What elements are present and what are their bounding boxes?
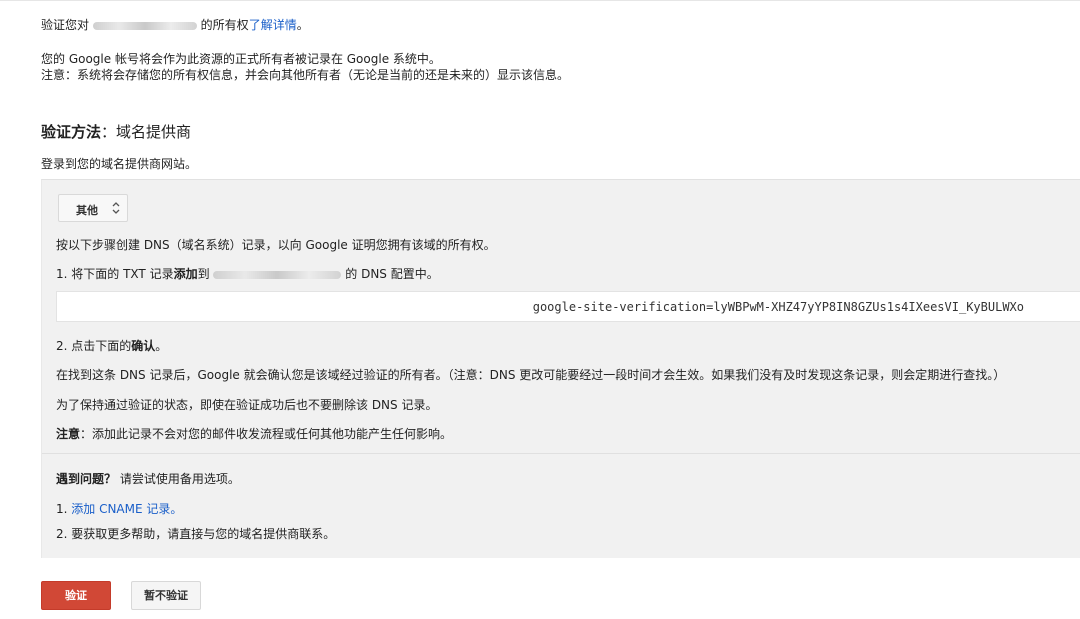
trouble-text: 请尝试使用备用选项。 bbox=[116, 472, 240, 486]
storage-note: 注意：系统将会存储您的所有权信息，并会向其他所有者（无论是当前的还是未来的）显示… bbox=[41, 68, 570, 82]
trouble-heading: 遇到问题？ 请尝试使用备用选项。 bbox=[56, 470, 240, 487]
learn-more-link[interactable]: 了解详情 bbox=[249, 18, 297, 32]
learn-more-period: 。 bbox=[296, 18, 309, 32]
redacted-domain bbox=[213, 270, 342, 279]
method-colon: ： bbox=[101, 123, 117, 141]
step2-suffix: 。 bbox=[155, 339, 168, 353]
provider-select[interactable]: 其他 bbox=[58, 194, 128, 222]
not-now-button[interactable]: 暂不验证 bbox=[131, 581, 201, 610]
step2-prefix: 2. 点击下面的 bbox=[56, 339, 132, 353]
alt-option-1: 1. 添加 CNAME 记录。 bbox=[56, 500, 182, 517]
verify-ownership-line: 验证您对 的所有权了解详情。 bbox=[41, 16, 309, 33]
note-text: ：添加此记录不会对您的邮件收发流程或任何其他功能产生任何影响。 bbox=[80, 427, 453, 441]
step2-confirm: 确认 bbox=[131, 339, 156, 353]
verify-suffix: 的所有权 bbox=[200, 18, 249, 32]
dns-instructions-panel: 其他 按以下步骤创建 DNS（域名系统）记录，以向 Google 证明您拥有该域… bbox=[41, 179, 1080, 558]
keep-record-paragraph: 为了保持通过验证的状态，即使在验证成功后也不要删除该 DNS 记录。 bbox=[56, 398, 438, 412]
note-label: 注意 bbox=[56, 427, 81, 441]
step-2: 2. 点击下面的确认。 bbox=[56, 337, 167, 354]
step-1: 1. 将下面的 TXT 记录添加到 的 DNS 配置中。 bbox=[56, 265, 439, 282]
alt-option-2: 2. 要获取更多帮助，请直接与您的域名提供商联系。 bbox=[56, 527, 336, 541]
txt-record-value[interactable]: google-site-verification=lyWBPwM-XHZ47yY… bbox=[533, 300, 1024, 314]
owner-record-note: 您的 Google 帐号将会作为此资源的正式所有者被记录在 Google 系统中… bbox=[41, 52, 441, 66]
step1-prefix: 1. 将下面的 TXT 记录 bbox=[56, 267, 174, 281]
step1-suffix: 的 DNS 配置中。 bbox=[345, 267, 439, 281]
verification-method-heading: 验证方法：域名提供商 bbox=[41, 121, 191, 142]
top-border bbox=[0, 0, 1080, 1]
step1-add: 添加 bbox=[173, 267, 198, 281]
method-value: 域名提供商 bbox=[116, 123, 192, 141]
add-cname-link[interactable]: 添加 CNAME 记录。 bbox=[71, 502, 182, 516]
select-arrows-icon bbox=[112, 202, 120, 214]
panel-divider bbox=[42, 453, 1080, 454]
verify-prefix: 验证您对 bbox=[41, 18, 90, 32]
dns-instruction: 按以下步骤创建 DNS（域名系统）记录，以向 Google 证明您拥有该域的所有… bbox=[56, 238, 496, 252]
verify-button[interactable]: 验证 bbox=[41, 581, 111, 610]
trouble-label: 遇到问题？ bbox=[56, 472, 117, 486]
alt1-number: 1. bbox=[56, 502, 72, 516]
note-paragraph: 注意：添加此记录不会对您的邮件收发流程或任何其他功能产生任何影响。 bbox=[56, 425, 452, 442]
method-subtitle: 登录到您的域名提供商网站。 bbox=[41, 157, 198, 171]
redacted-domain bbox=[92, 21, 197, 30]
dns-found-paragraph: 在找到这条 DNS 记录后，Google 就会确认您是该域经过验证的所有者。（注… bbox=[56, 368, 1006, 382]
txt-record-box[interactable]: google-site-verification=lyWBPwM-XHZ47yY… bbox=[56, 291, 1080, 322]
method-label: 验证方法 bbox=[41, 123, 102, 141]
step1-to: 到 bbox=[197, 267, 210, 281]
provider-select-value: 其他 bbox=[76, 204, 98, 217]
